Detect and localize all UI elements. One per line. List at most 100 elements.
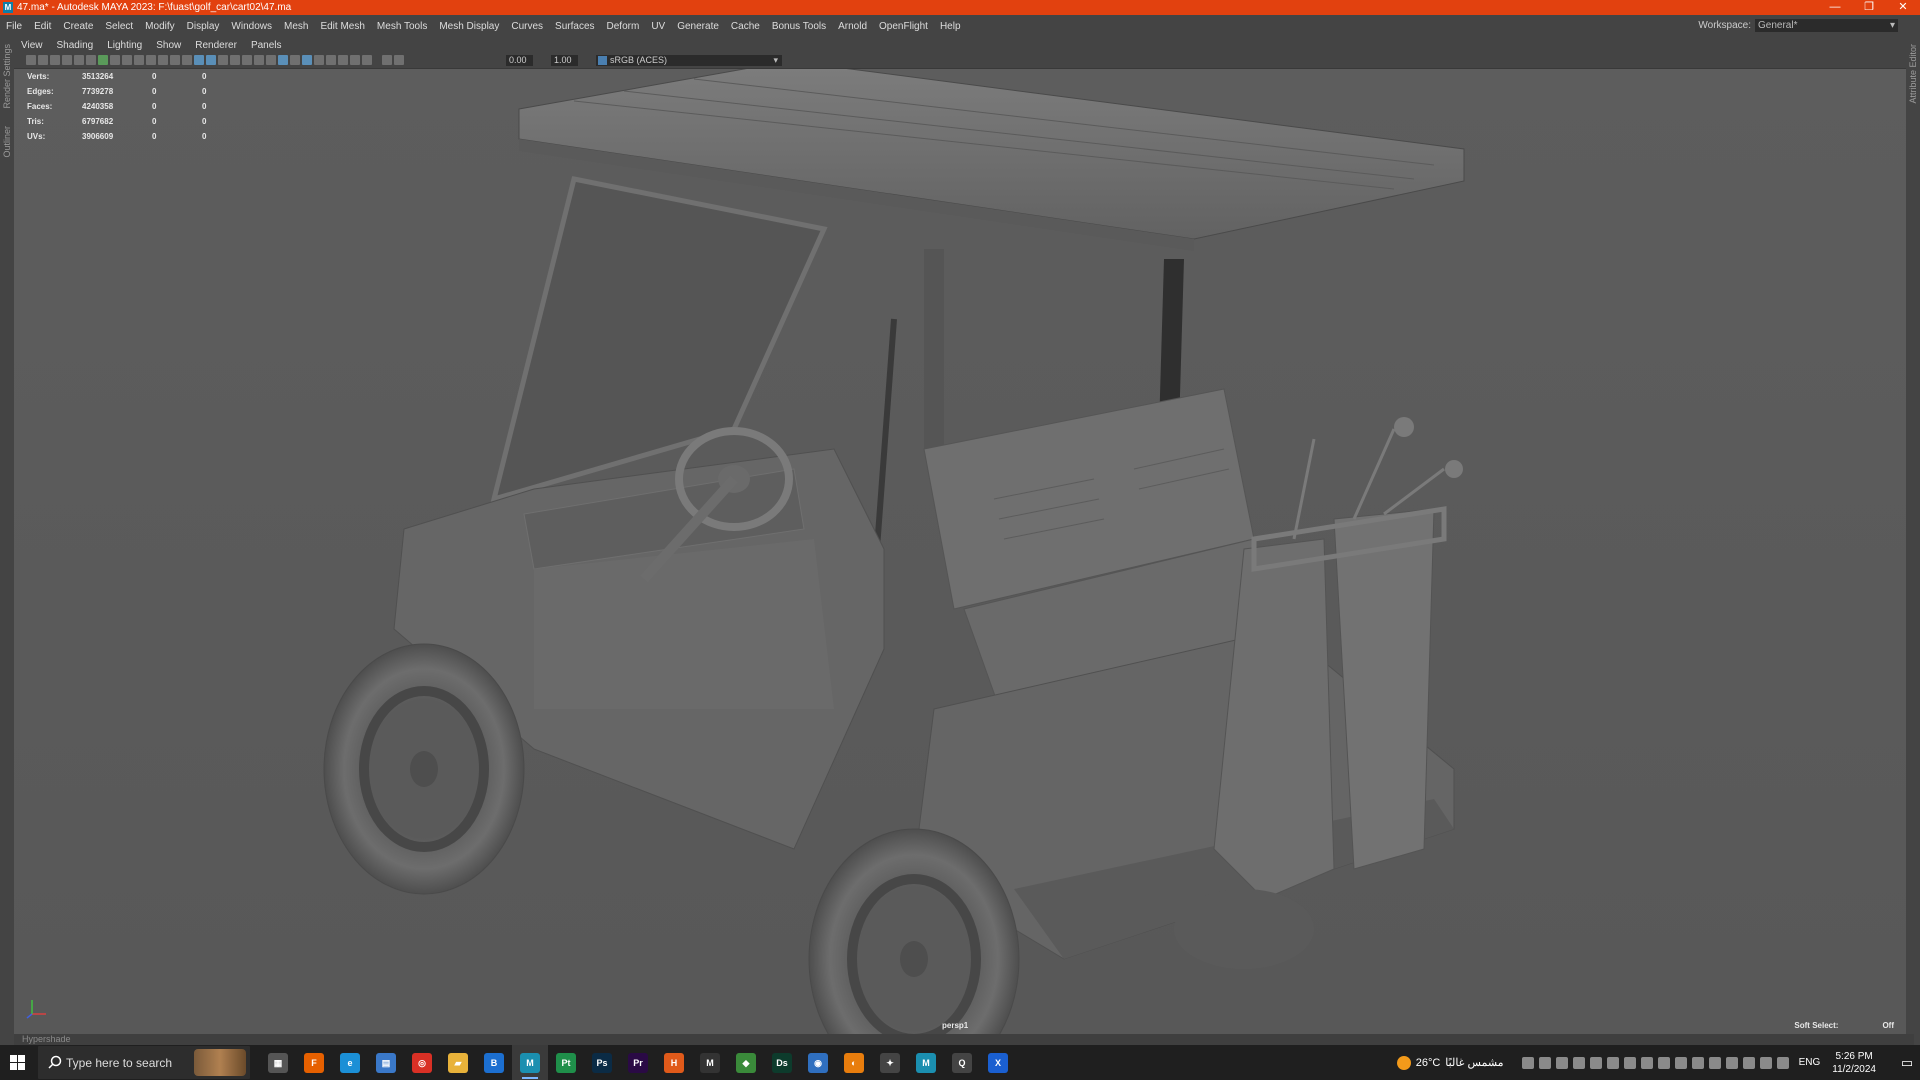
- minimize-button[interactable]: —: [1818, 0, 1852, 15]
- menu-edit-mesh[interactable]: Edit Mesh: [314, 21, 370, 32]
- resolution-gate-icon[interactable]: [134, 55, 144, 65]
- isolate-select-icon[interactable]: [314, 55, 324, 65]
- panel-menu-view[interactable]: View: [14, 40, 50, 51]
- taskbar-app-substance-designer[interactable]: Ds: [764, 1045, 800, 1080]
- menu-create[interactable]: Create: [57, 21, 99, 32]
- textured-icon[interactable]: [230, 55, 240, 65]
- menu-windows[interactable]: Windows: [225, 21, 278, 32]
- color-management-icon[interactable]: [598, 56, 607, 65]
- default-material-icon[interactable]: [218, 55, 228, 65]
- menu-display[interactable]: Display: [181, 21, 226, 32]
- 2d-pan-zoom-icon[interactable]: [86, 55, 96, 65]
- taskbar-app-explorer[interactable]: ▰: [440, 1045, 476, 1080]
- taskbar-app-app-circle[interactable]: ◉: [800, 1045, 836, 1080]
- taskbar-search[interactable]: Type here to search: [38, 1046, 250, 1079]
- persp-viewport[interactable]: Verts: 3513264 0 0 Edges: 7739278 0 0 Faces: 4240…: [14, 69, 1906, 1034]
- field-chart-icon[interactable]: [158, 55, 168, 65]
- taskbar-app-marmoset[interactable]: M: [692, 1045, 728, 1080]
- tray-app-icon[interactable]: [1555, 1056, 1568, 1069]
- lock-camera-icon[interactable]: [38, 55, 48, 65]
- taskbar-app-premiere[interactable]: Pr: [620, 1045, 656, 1080]
- taskbar-app-app-tool[interactable]: ✦: [872, 1045, 908, 1080]
- taskbar-app-chrome[interactable]: ◎: [404, 1045, 440, 1080]
- menu-uv[interactable]: UV: [645, 21, 671, 32]
- smooth-shade-icon[interactable]: [206, 55, 216, 65]
- lights-icon[interactable]: [242, 55, 252, 65]
- wifi-icon[interactable]: [1674, 1056, 1687, 1069]
- tray-app-icon[interactable]: [1708, 1056, 1721, 1069]
- panel-menu-show[interactable]: Show: [149, 40, 188, 51]
- menu-modify[interactable]: Modify: [139, 21, 180, 32]
- weather-widget[interactable]: 26°C مشمس غالبًا: [1396, 1055, 1504, 1070]
- taskbar-app-app-q[interactable]: Q: [944, 1045, 980, 1080]
- windows-start-icon[interactable]: [10, 1055, 25, 1070]
- menu-mesh-display[interactable]: Mesh Display: [433, 21, 505, 32]
- panel-menu-shading[interactable]: Shading: [50, 40, 101, 51]
- network-icon[interactable]: [1623, 1056, 1636, 1069]
- close-button[interactable]: ✕: [1886, 0, 1920, 15]
- battery-icon[interactable]: [1657, 1056, 1670, 1069]
- taskbar-app-blender[interactable]: ◐: [836, 1045, 872, 1080]
- menu-deform[interactable]: Deform: [601, 21, 646, 32]
- menu-select[interactable]: Select: [99, 21, 139, 32]
- xray-icon[interactable]: [326, 55, 336, 65]
- film-gate-icon[interactable]: [122, 55, 132, 65]
- taskbar-app-firefox[interactable]: F: [296, 1045, 332, 1080]
- tray-app-icon[interactable]: [1572, 1056, 1585, 1069]
- menu-arnold[interactable]: Arnold: [832, 21, 873, 32]
- tray-app-icon[interactable]: [1776, 1056, 1789, 1069]
- tray-app-icon[interactable]: [1606, 1056, 1619, 1069]
- workspace-dropdown[interactable]: General* ▾: [1755, 19, 1898, 32]
- grid-icon[interactable]: [110, 55, 120, 65]
- menu-curves[interactable]: Curves: [505, 21, 549, 32]
- panel-menu-renderer[interactable]: Renderer: [188, 40, 244, 51]
- gate-mask-icon[interactable]: [146, 55, 156, 65]
- menu-openflight[interactable]: OpenFlight: [873, 21, 934, 32]
- exposure-field[interactable]: 0.00: [506, 55, 533, 66]
- taskbar-app-edge[interactable]: e: [332, 1045, 368, 1080]
- attribute-editor-tab[interactable]: Attribute Editor: [1908, 44, 1918, 104]
- menu-cache[interactable]: Cache: [725, 21, 766, 32]
- image-plane-icon[interactable]: [74, 55, 84, 65]
- taskbar-app-maya-2[interactable]: M: [908, 1045, 944, 1080]
- menu-surfaces[interactable]: Surfaces: [549, 21, 600, 32]
- language-indicator[interactable]: ENG: [1799, 1057, 1821, 1068]
- volume-icon[interactable]: [1640, 1056, 1653, 1069]
- menu-bonus-tools[interactable]: Bonus Tools: [766, 21, 832, 32]
- menu-mesh-tools[interactable]: Mesh Tools: [371, 21, 433, 32]
- taskbar-app-maya[interactable]: M: [512, 1045, 548, 1080]
- xray-joints-icon[interactable]: [338, 55, 348, 65]
- camera-attributes-icon[interactable]: [50, 55, 60, 65]
- gamma-reset-icon[interactable]: [394, 55, 404, 65]
- notification-icon[interactable]: ▭: [1894, 1055, 1920, 1071]
- tray-app-icon[interactable]: [1521, 1056, 1534, 1069]
- search-highlight-image[interactable]: [194, 1049, 246, 1076]
- restore-button[interactable]: ❐: [1852, 0, 1886, 15]
- anti-aliasing-icon[interactable]: [290, 55, 300, 65]
- wireframe-icon[interactable]: [194, 55, 204, 65]
- outliner-tab[interactable]: Outliner: [2, 126, 12, 158]
- tray-app-icon[interactable]: [1725, 1056, 1738, 1069]
- tray-app-icon[interactable]: [1538, 1056, 1551, 1069]
- menu-file[interactable]: File: [0, 21, 28, 32]
- panel-menu-lighting[interactable]: Lighting: [100, 40, 149, 51]
- menu-mesh[interactable]: Mesh: [278, 21, 314, 32]
- color-space-dropdown[interactable]: sRGB (ACES) ▾: [596, 55, 782, 66]
- grease-pencil-icon[interactable]: [98, 55, 108, 65]
- depth-of-field-icon[interactable]: [302, 55, 312, 65]
- render-settings-tab[interactable]: Render Settings: [2, 44, 12, 109]
- taskbar-app-pycharm[interactable]: Pt: [548, 1045, 584, 1080]
- taskbar-app-photoshop[interactable]: Ps: [584, 1045, 620, 1080]
- select-camera-icon[interactable]: [26, 55, 36, 65]
- gamma-field[interactable]: 1.00: [551, 55, 578, 66]
- xray-components-icon[interactable]: [350, 55, 360, 65]
- motion-blur-icon[interactable]: [278, 55, 288, 65]
- menu-help[interactable]: Help: [934, 21, 967, 32]
- taskbar-app-task-view[interactable]: ▦: [260, 1045, 296, 1080]
- tray-app-icon[interactable]: [1759, 1056, 1772, 1069]
- bookmark-icon[interactable]: [62, 55, 72, 65]
- exposure-reset-icon[interactable]: [382, 55, 392, 65]
- taskbar-app-houdini[interactable]: H: [656, 1045, 692, 1080]
- taskbar-app-maps[interactable]: ◆: [728, 1045, 764, 1080]
- tray-app-icon[interactable]: [1589, 1056, 1602, 1069]
